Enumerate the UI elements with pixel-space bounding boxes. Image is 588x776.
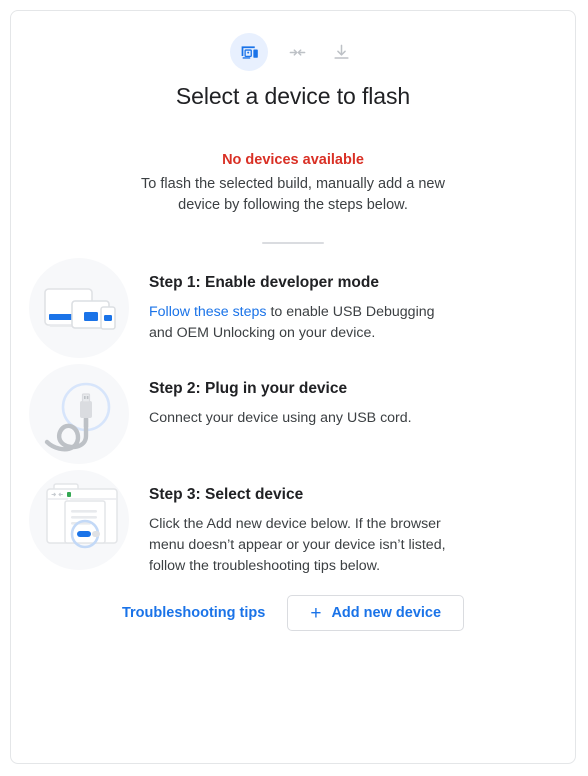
- devices-illustration: [29, 258, 129, 358]
- progress-icon-row: [11, 11, 575, 71]
- step-title: Step 3: Select device: [149, 486, 304, 503]
- flash-device-card: Select a device to flash No devices avai…: [10, 10, 576, 764]
- step-text: Follow these steps to enable USB Debuggi…: [149, 302, 449, 344]
- steps-list: Step 1: Enable developer mode Follow the…: [11, 258, 575, 577]
- follow-these-steps-link[interactable]: Follow these steps: [149, 304, 267, 320]
- list-item: Step 2: Plug in your device Connect your…: [29, 364, 557, 464]
- merge-arrows-icon[interactable]: [282, 37, 312, 67]
- list-item: Step 3: Select device Click the Add new …: [29, 470, 557, 577]
- usb-cable-illustration: [29, 364, 129, 464]
- card-footer: Troubleshooting tips + Add new device: [11, 595, 575, 631]
- add-new-device-button[interactable]: + Add new device: [287, 595, 465, 631]
- step-title: Step 2: Plug in your device: [149, 380, 348, 397]
- step-content: Step 2: Plug in your device Connect your…: [149, 364, 449, 429]
- download-icon[interactable]: [326, 37, 356, 67]
- step-title: Step 1: Enable developer mode: [149, 274, 379, 291]
- step-text: Click the Add new device below. If the b…: [149, 516, 446, 574]
- status-badge: No devices available: [222, 152, 364, 168]
- add-new-device-label: Add new device: [331, 605, 442, 621]
- status-block: No devices available To flash the select…: [11, 150, 575, 244]
- list-item: Step 1: Enable developer mode Follow the…: [29, 258, 557, 358]
- page-title: Select a device to flash: [175, 83, 411, 109]
- devices-icon[interactable]: [230, 33, 268, 71]
- section-divider: [262, 242, 324, 244]
- browser-dialog-illustration: [29, 470, 129, 570]
- step-content: Step 1: Enable developer mode Follow the…: [149, 258, 449, 344]
- step-text: Connect your device using any USB cord.: [149, 410, 412, 426]
- step-content: Step 3: Select device Click the Add new …: [149, 470, 449, 577]
- status-description: To flash the selected build, manually ad…: [141, 176, 445, 213]
- troubleshooting-tips-link[interactable]: Troubleshooting tips: [122, 605, 265, 621]
- plus-icon: +: [310, 602, 322, 624]
